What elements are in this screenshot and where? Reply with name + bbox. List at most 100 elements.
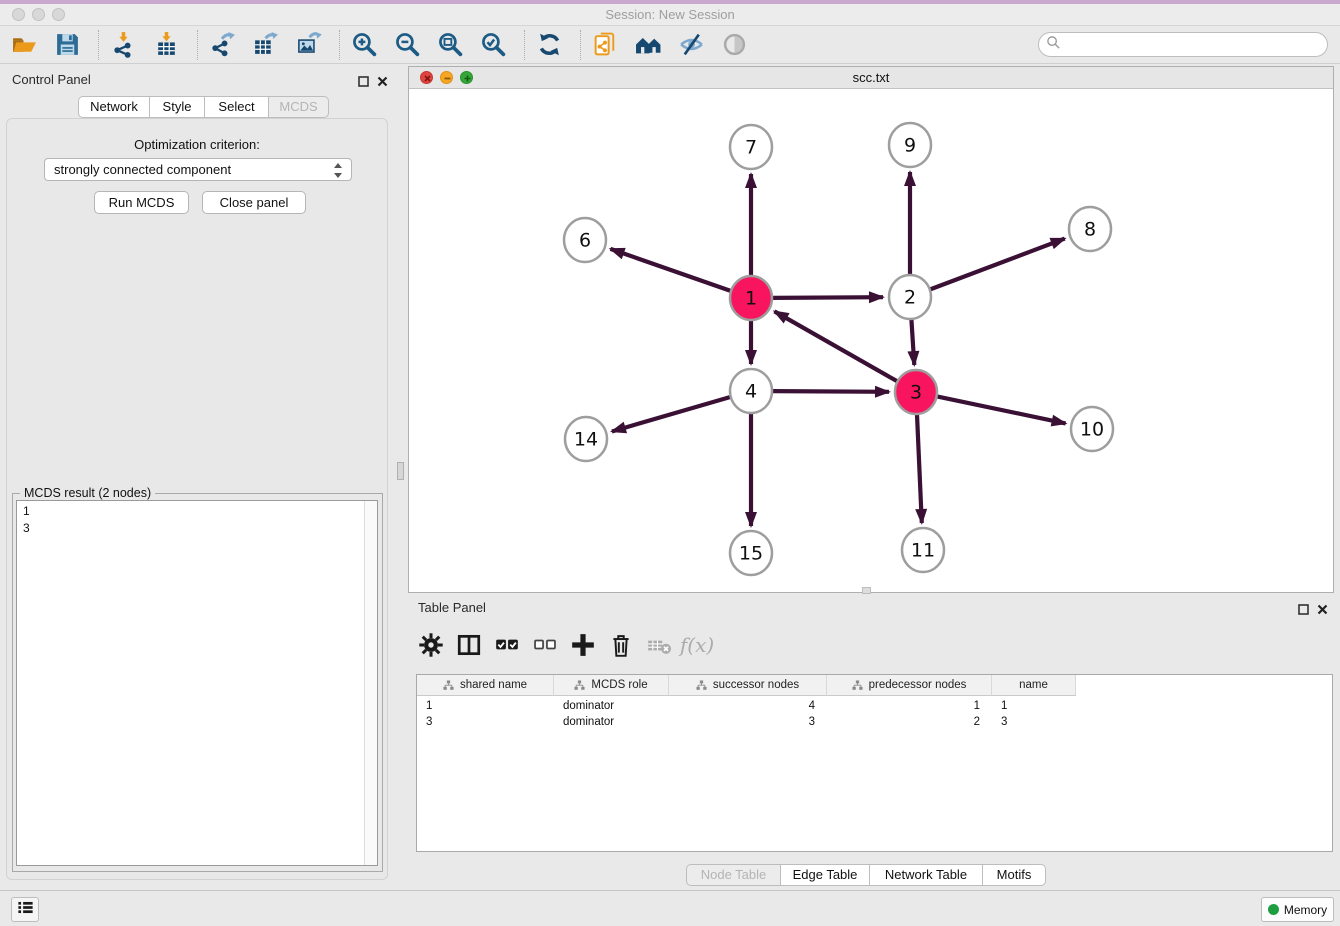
table-cell[interactable]: 1	[992, 698, 1076, 714]
column-tree-icon	[443, 680, 454, 691]
table-panel-float-icon[interactable]	[1298, 602, 1309, 620]
memory-button[interactable]: Memory	[1261, 897, 1334, 922]
graph-node-9[interactable]: 9	[889, 123, 931, 167]
table-cell[interactable]: 4	[669, 698, 827, 714]
maximize-window-icon[interactable]	[52, 8, 65, 21]
edge-3-10[interactable]	[938, 397, 1066, 424]
graph-node-15[interactable]: 15	[730, 531, 772, 575]
zoom-in-button[interactable]	[350, 30, 379, 59]
table-cell[interactable]: 3	[417, 714, 554, 730]
table-cell[interactable]: 1	[417, 698, 554, 714]
zoom-fit-button[interactable]	[436, 30, 465, 59]
graph-node-4[interactable]: 4	[730, 369, 772, 413]
table-cell[interactable]: 3	[992, 714, 1076, 730]
tab-edge-table[interactable]: Edge Table	[781, 864, 870, 886]
column-header-MCDS-role[interactable]: MCDS role	[554, 675, 669, 696]
open-session-button[interactable]	[10, 30, 39, 59]
zoom-selected-button[interactable]	[479, 30, 508, 59]
result-scrollbar[interactable]	[364, 501, 377, 865]
table-settings-button[interactable]	[416, 630, 446, 660]
tab-network[interactable]: Network	[78, 96, 150, 118]
network-window-titlebar[interactable]: scc.txt	[409, 67, 1333, 89]
show-eye-button[interactable]	[720, 30, 749, 59]
graph-node-3[interactable]: 3	[895, 370, 937, 414]
column-header-shared-name[interactable]: shared name	[417, 675, 554, 696]
search-box[interactable]	[1038, 32, 1328, 57]
home-button[interactable]	[634, 30, 663, 59]
table-cell[interactable]: 1	[827, 698, 992, 714]
close-panel-button[interactable]: Close panel	[202, 191, 306, 214]
tab-mcds[interactable]: MCDS	[269, 96, 329, 118]
export-table-button[interactable]	[251, 30, 280, 59]
save-session-button[interactable]	[53, 30, 82, 59]
home-icon	[635, 31, 662, 58]
mcds-result-text[interactable]: 1 3	[16, 500, 378, 866]
refresh-button[interactable]	[535, 30, 564, 59]
task-history-button[interactable]	[11, 897, 39, 922]
network-canvas[interactable]: 1 2 3 4 6 7 8 9 10 11 14 15	[409, 89, 1333, 592]
table-cell[interactable]: 2	[827, 714, 992, 730]
delete-table-icon	[646, 632, 672, 658]
table-toolbar: f(x)	[416, 630, 720, 660]
add-column-button[interactable]	[568, 630, 598, 660]
node-table: shared nameMCDS rolesuccessor nodesprede…	[416, 674, 1333, 852]
panel-divider-grip[interactable]	[397, 462, 404, 480]
network-close-icon[interactable]	[420, 71, 433, 84]
control-panel-float-icon[interactable]	[358, 74, 369, 92]
graph-node-11[interactable]: 11	[902, 528, 944, 572]
network-zoom-icon[interactable]	[460, 71, 473, 84]
node-label: 6	[579, 230, 591, 252]
table-cell[interactable]: dominator	[554, 698, 669, 714]
column-header-successor-nodes[interactable]: successor nodes	[669, 675, 827, 696]
graph-node-7[interactable]: 7	[730, 125, 772, 169]
select-all-button[interactable]	[492, 630, 522, 660]
edge-3-1[interactable]	[774, 311, 896, 381]
run-mcds-button[interactable]: Run MCDS	[94, 191, 189, 214]
zoom-fit-icon	[437, 31, 464, 58]
column-header-name[interactable]: name	[992, 675, 1076, 696]
zoom-out-button[interactable]	[393, 30, 422, 59]
column-header-predecessor-nodes[interactable]: predecessor nodes	[827, 675, 992, 696]
network-resize-grip[interactable]	[862, 587, 871, 594]
duplicate-network-button[interactable]	[591, 30, 620, 59]
delete-column-button[interactable]	[606, 630, 636, 660]
table-panel-close-icon[interactable]	[1317, 602, 1328, 620]
export-network-icon	[209, 31, 236, 58]
split-view-button[interactable]	[454, 630, 484, 660]
table-cell[interactable]: dominator	[554, 714, 669, 730]
control-panel-close-icon[interactable]	[377, 74, 388, 92]
network-minimize-icon[interactable]	[440, 71, 453, 84]
tab-node-table[interactable]: Node Table	[686, 864, 781, 886]
tab-motifs[interactable]: Motifs	[983, 864, 1046, 886]
save-session-icon	[54, 31, 81, 58]
minimize-window-icon[interactable]	[32, 8, 45, 21]
search-input[interactable]	[1061, 38, 1311, 52]
graph-node-8[interactable]: 8	[1069, 207, 1111, 251]
app-titlebar: Session: New Session	[0, 4, 1340, 26]
import-network-button[interactable]	[109, 30, 138, 59]
export-network-button[interactable]	[208, 30, 237, 59]
edge-1-2[interactable]	[773, 297, 883, 298]
tab-style[interactable]: Style	[150, 96, 205, 118]
import-table-button[interactable]	[152, 30, 181, 59]
export-image-button[interactable]	[294, 30, 323, 59]
edge-2-3[interactable]	[911, 319, 914, 365]
table-panel-tabs: Node Table Edge Table Network Table Moti…	[686, 864, 1046, 886]
graph-node-6[interactable]: 6	[564, 218, 606, 262]
deselect-all-button[interactable]	[530, 630, 560, 660]
close-window-icon[interactable]	[12, 8, 25, 21]
hide-eye-button[interactable]	[677, 30, 706, 59]
tab-select[interactable]: Select	[205, 96, 269, 118]
edge-2-8[interactable]	[931, 239, 1065, 290]
criterion-select[interactable]: strongly connected component	[44, 158, 352, 181]
table-cell[interactable]: 3	[669, 714, 827, 730]
graph-node-2[interactable]: 2	[889, 275, 931, 319]
graph-node-14[interactable]: 14	[565, 417, 607, 461]
edge-4-3[interactable]	[773, 391, 889, 392]
graph-node-10[interactable]: 10	[1071, 407, 1113, 451]
edge-3-11[interactable]	[917, 414, 922, 523]
tab-network-table[interactable]: Network Table	[870, 864, 983, 886]
graph-node-1[interactable]: 1	[730, 276, 772, 320]
edge-1-6[interactable]	[610, 249, 730, 291]
edge-4-14[interactable]	[612, 397, 730, 431]
